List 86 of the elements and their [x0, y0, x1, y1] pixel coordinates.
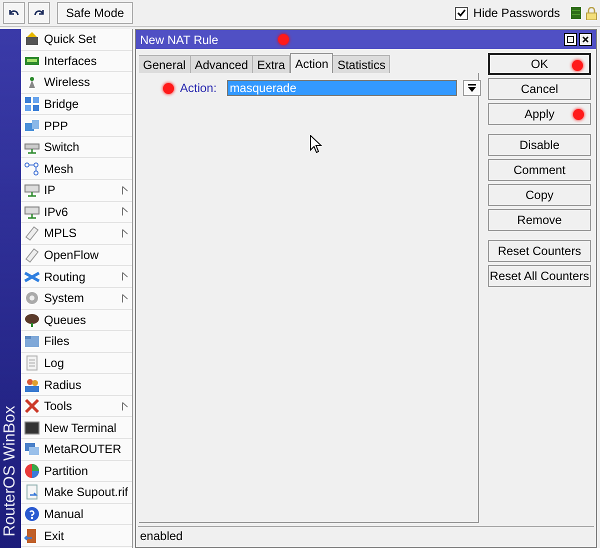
menu-item-icon	[24, 290, 40, 306]
menu-item[interactable]: Queues	[21, 310, 132, 332]
menu-item[interactable]: Log	[21, 352, 132, 374]
hide-passwords-checkbox[interactable]	[455, 6, 468, 20]
close-button[interactable]	[579, 33, 592, 46]
menu-item[interactable]: Interfaces	[21, 50, 132, 72]
menu-item[interactable]: MetaROUTER	[21, 438, 132, 461]
tab[interactable]: Extra	[253, 55, 290, 73]
menu-item-icon	[24, 160, 40, 177]
menu-item-icon	[24, 268, 40, 285]
action-button[interactable]: Remove	[488, 209, 591, 231]
menu-item-icon	[24, 247, 40, 264]
mouse-pointer-icon	[310, 135, 322, 154]
menu-item[interactable]: Routing	[21, 266, 132, 288]
menu-item[interactable]: Partition	[21, 460, 132, 482]
menu-item[interactable]: IP	[21, 180, 132, 202]
menu-item[interactable]: OpenFlow	[21, 244, 132, 266]
undo-button[interactable]	[3, 2, 25, 24]
menu-item[interactable]: Switch	[21, 136, 132, 158]
menu-item-icon	[24, 441, 40, 458]
menu-item-icon	[24, 312, 40, 328]
action-value: masquerade	[230, 80, 296, 97]
menu-item-icon	[24, 204, 40, 220]
tab[interactable]: General	[139, 55, 191, 73]
window-title: New NAT Rule	[140, 32, 218, 48]
menu-item[interactable]: Manual	[21, 504, 132, 526]
status-text: enabled	[140, 528, 183, 545]
tab[interactable]: Action	[290, 53, 334, 73]
submenu-arrow-icon	[122, 186, 128, 195]
action-button[interactable]: Reset All Counters	[488, 265, 591, 287]
action-button[interactable]: Reset Counters	[488, 240, 591, 262]
submenu-arrow-icon	[122, 272, 128, 282]
action-label: Action:	[180, 80, 217, 97]
dropdown-arrow-icon	[468, 84, 476, 92]
brand-label: RouterOS WinBox	[0, 404, 20, 536]
menu-item-icon	[24, 31, 40, 48]
tab[interactable]: Statistics	[333, 55, 390, 73]
menu-item-icon	[24, 96, 40, 112]
maximize-icon	[567, 36, 574, 43]
menu-item-icon	[24, 462, 40, 479]
menu-item[interactable]: New Terminal	[21, 417, 132, 439]
menu-item[interactable]: Exit	[21, 525, 132, 547]
menu-item-icon	[24, 484, 40, 500]
redo-button[interactable]	[28, 2, 50, 24]
menu-item-icon	[24, 225, 40, 242]
redo-icon	[33, 8, 45, 18]
undo-icon	[8, 8, 20, 18]
menu-item[interactable]: System	[21, 288, 132, 310]
safe-mode-button[interactable]: Safe Mode	[57, 2, 134, 24]
menu-item-icon	[24, 398, 40, 414]
menu-item[interactable]: Bridge	[21, 94, 132, 116]
menu-item[interactable]: IPv6	[21, 202, 132, 224]
menu-item[interactable]: Wireless	[21, 72, 132, 94]
hide-passwords-label: Hide Passwords	[473, 5, 560, 22]
menu-item[interactable]: MPLS	[21, 223, 132, 245]
submenu-arrow-icon	[122, 402, 128, 411]
padlock-icon	[586, 6, 597, 20]
menu-item[interactable]: Make Supout.rif	[21, 482, 132, 504]
dropdown-button[interactable]	[462, 80, 481, 96]
tab[interactable]: Advanced	[190, 55, 254, 73]
maximize-button[interactable]	[564, 33, 577, 46]
close-icon	[582, 36, 589, 43]
menu-item[interactable]: Files	[21, 331, 132, 353]
menu-item-icon	[24, 420, 40, 436]
check-icon	[457, 9, 466, 17]
action-button[interactable]: Apply	[488, 103, 591, 125]
action-button[interactable]: Cancel	[488, 78, 591, 100]
submenu-arrow-icon	[122, 207, 128, 216]
action-button[interactable]: OK	[488, 53, 591, 75]
submenu-arrow-icon	[122, 294, 128, 303]
menu-item[interactable]: Mesh	[21, 158, 132, 180]
action-button[interactable]: Comment	[488, 159, 591, 181]
menu-item[interactable]: Tools	[21, 396, 132, 418]
submenu-arrow-icon	[122, 228, 128, 238]
menu-item-icon	[24, 182, 40, 198]
menu-item-icon	[24, 333, 40, 350]
menu-item-icon	[24, 376, 40, 393]
connection-status-icon	[571, 7, 581, 19]
action-button[interactable]: Disable	[488, 134, 591, 156]
menu-item[interactable]: Radius	[21, 374, 132, 396]
action-button[interactable]: Copy	[488, 184, 591, 206]
menu-item-icon	[24, 506, 40, 522]
menu-item-icon	[24, 118, 40, 134]
menu-item[interactable]: PPP	[21, 115, 132, 137]
menu-item-icon	[24, 354, 40, 371]
menu-item[interactable]: Quick Set	[21, 29, 132, 51]
